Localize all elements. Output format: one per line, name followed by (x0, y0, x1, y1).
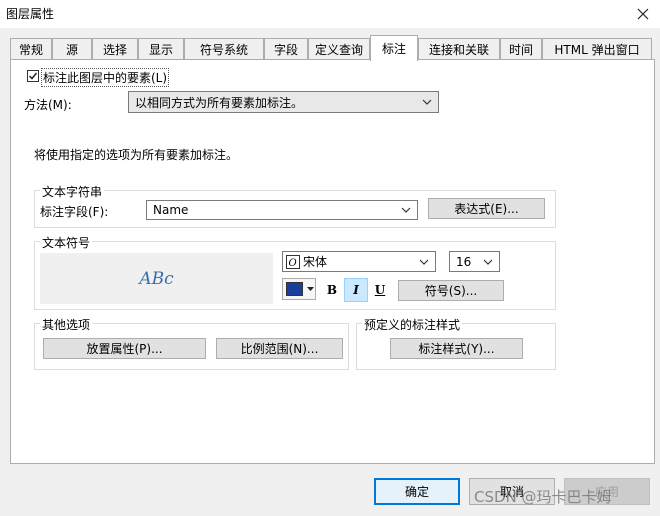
method-select[interactable]: 以相同方式为所有要素加标注。 (128, 91, 439, 113)
expression-button[interactable]: 表达式(E)... (428, 198, 545, 219)
other-options-legend: 其他选项 (40, 316, 93, 333)
tab-html-popup[interactable]: HTML 弹出窗口 (542, 38, 652, 60)
close-icon (637, 8, 649, 20)
preview-text: ABc (139, 268, 174, 289)
label-field-label: 标注字段(F): (40, 205, 109, 219)
chevron-down-icon (483, 259, 493, 265)
tab-source[interactable]: 源 (52, 38, 92, 60)
method-label: 方法(M): (24, 98, 72, 112)
label-field-value: Name (153, 203, 189, 217)
text-symbol-legend: 文本符号 (40, 234, 93, 251)
italic-button[interactable]: I (344, 278, 368, 302)
chevron-down-icon (422, 99, 432, 105)
tab-definition-query[interactable]: 定义查询 (308, 38, 370, 60)
tab-labels[interactable]: 标注 (370, 35, 418, 61)
ok-button[interactable]: 确定 (374, 478, 460, 505)
label-field-select[interactable]: Name (146, 200, 418, 220)
title-bar (0, 0, 660, 28)
symbol-button[interactable]: 符号(S)... (398, 280, 504, 301)
chevron-down-icon (419, 259, 429, 265)
window-title: 图层属性 (6, 7, 55, 21)
text-string-legend: 文本字符串 (40, 183, 105, 200)
watermark: CSDN @玛卡巴卡姆 (474, 488, 612, 506)
placement-properties-button[interactable]: 放置属性(P)... (43, 338, 206, 359)
tab-fields[interactable]: 字段 (264, 38, 308, 60)
tab-symbology[interactable]: 符号系统 (184, 38, 264, 60)
label-styles-button[interactable]: 标注样式(Y)... (390, 338, 523, 359)
label-features-label[interactable]: 标注此图层中的要素(L) (40, 68, 170, 87)
chevron-down-icon (401, 207, 411, 213)
bold-button[interactable]: B (321, 279, 343, 301)
svg-text:O: O (289, 258, 297, 269)
tab-selection[interactable]: 选择 (92, 38, 138, 60)
tab-joins-relates[interactable]: 连接和关联 (418, 38, 500, 60)
font-name-select[interactable]: O 宋体 (282, 251, 436, 272)
color-picker-button[interactable] (282, 278, 316, 300)
underline-button[interactable]: U (369, 279, 391, 301)
tab-display[interactable]: 显示 (138, 38, 184, 60)
predefined-style-legend: 预定义的标注样式 (362, 316, 463, 333)
method-description: 将使用指定的选项为所有要素加标注。 (34, 148, 239, 162)
scale-range-button[interactable]: 比例范围(N)... (216, 338, 343, 359)
opentype-font-icon: O (286, 254, 300, 269)
text-symbol-preview: ABc (40, 253, 273, 304)
check-icon (28, 72, 38, 80)
method-select-value: 以相同方式为所有要素加标注。 (135, 95, 304, 110)
tab-time[interactable]: 时间 (500, 38, 542, 60)
font-name-value: 宋体 (303, 255, 328, 269)
color-swatch (286, 282, 303, 296)
label-features-checkbox[interactable] (27, 70, 39, 82)
close-button[interactable] (628, 0, 658, 28)
tab-general[interactable]: 常规 (10, 38, 52, 60)
font-size-value: 16 (456, 254, 472, 269)
caret-down-icon (307, 287, 314, 291)
font-size-select[interactable]: 16 (449, 251, 500, 272)
